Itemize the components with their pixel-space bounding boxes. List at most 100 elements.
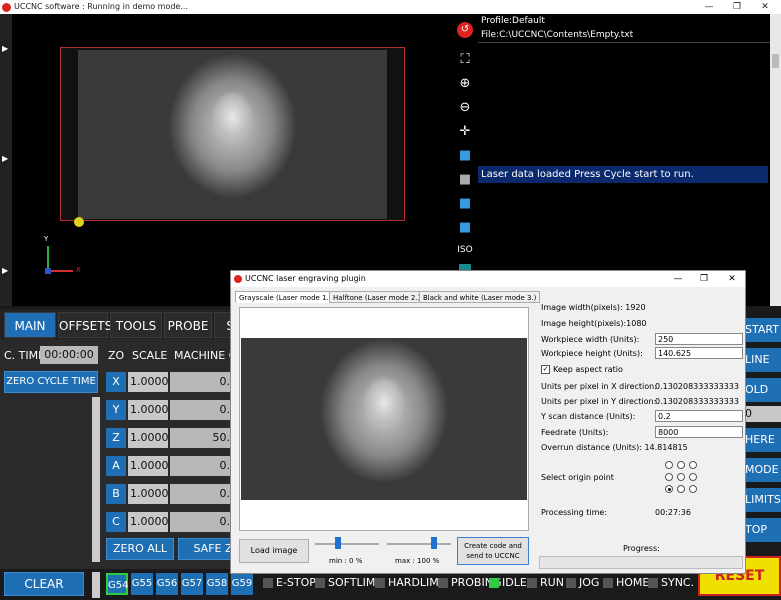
tab-grayscale[interactable]: Grayscale (Laser mode 1.) xyxy=(235,291,336,303)
run-from-here-button[interactable]: HERE xyxy=(742,428,781,452)
dialog-close-button[interactable]: ✕ xyxy=(721,271,743,287)
expand-arrow-icon[interactable]: ▶ xyxy=(2,154,8,163)
cube-iso-icon[interactable]: ■ xyxy=(457,220,473,236)
scale-b[interactable]: 1.0000 xyxy=(128,484,169,504)
minimize-button[interactable]: — xyxy=(694,0,724,14)
zero-all-button[interactable]: ZERO ALL xyxy=(106,538,174,560)
line-number-field[interactable]: 0 xyxy=(742,406,781,422)
cube-front-icon[interactable]: ■ xyxy=(457,172,473,188)
tab-probe[interactable]: PROBE xyxy=(164,312,212,338)
app-logo-icon xyxy=(2,3,11,12)
progress-label: Progress: xyxy=(623,544,660,553)
g56-button[interactable]: G56 xyxy=(156,573,178,595)
create-code-button[interactable]: Create code and send to UCCNC xyxy=(457,537,529,565)
tab-halftone[interactable]: Halftone (Laser mode 2.) xyxy=(329,291,425,303)
yscan-input[interactable]: 0.2 xyxy=(655,410,743,422)
cube-side-icon[interactable]: ■ xyxy=(457,196,473,212)
laser-plugin-dialog: UCCNC laser engraving plugin — ❐ ✕ Grays… xyxy=(230,270,746,574)
cycle-start-button[interactable]: START xyxy=(742,318,781,342)
softlim-label: SOFTLIM. xyxy=(328,576,379,589)
hold-button[interactable]: OLD xyxy=(742,378,781,402)
max-slider-thumb[interactable] xyxy=(431,537,437,549)
image-height-text: Image height(pixels):1080 xyxy=(541,319,647,328)
cube-top-icon[interactable]: ■ xyxy=(457,148,473,164)
g57-button[interactable]: G57 xyxy=(181,573,203,595)
axis-y-label: Y xyxy=(44,235,49,243)
keep-aspect-checkbox[interactable]: ✓ xyxy=(541,365,550,374)
dro-scrollbar[interactable] xyxy=(92,397,100,562)
clear-button[interactable]: CLEAR xyxy=(4,572,84,596)
tab-tools[interactable]: TOOLS xyxy=(110,312,162,338)
hardlim-led xyxy=(375,578,385,588)
g59-button[interactable]: G59 xyxy=(231,573,253,595)
origin-top-right-radio[interactable] xyxy=(689,461,697,469)
max-slider[interactable] xyxy=(387,537,451,551)
min-slider[interactable] xyxy=(315,537,379,551)
close-button[interactable]: ✕ xyxy=(750,0,780,14)
scale-x[interactable]: 1.0000 xyxy=(128,372,169,392)
jog-label: JOG xyxy=(579,576,600,589)
keep-aspect-label: Keep aspect ratio xyxy=(553,365,623,374)
hardlim-label: HARDLIM. xyxy=(388,576,443,589)
maximize-button[interactable]: ❐ xyxy=(722,0,752,14)
axis-z-button[interactable]: Z xyxy=(106,428,126,448)
axis-y-button[interactable]: Y xyxy=(106,400,126,420)
info-panel: Profile:Default File:C:\UCCNC\Contents\E… xyxy=(478,14,770,306)
dialog-minimize-button[interactable]: — xyxy=(667,271,689,287)
dro-area: C. TIME: 00:00:00 ZERO CYCLE TIME ZO SCA… xyxy=(0,339,260,569)
expand-arrow-icon[interactable]: ▶ xyxy=(2,44,8,53)
overrun-text: Overrun distance (Units): 14.814815 xyxy=(541,443,688,452)
scale-c[interactable]: 1.0000 xyxy=(128,512,169,532)
expand-arrow-icon[interactable]: ▶ xyxy=(2,266,8,275)
stop-button[interactable]: TOP xyxy=(742,518,781,542)
g55-button[interactable]: G55 xyxy=(131,573,153,595)
mode-button[interactable]: MODE xyxy=(742,458,781,482)
limits-button[interactable]: LIMITS xyxy=(742,488,781,512)
file-text: File:C:\UCCNC\Contents\Empty.txt xyxy=(481,30,634,40)
origin-bottom-center-radio[interactable] xyxy=(677,485,685,493)
toolpath-view[interactable]: Y X xyxy=(12,14,472,306)
max-slider-track xyxy=(387,543,451,545)
workpiece-width-input[interactable]: 250 xyxy=(655,333,743,345)
origin-mid-right-radio[interactable] xyxy=(689,473,697,481)
scale-z[interactable]: 1.0000 xyxy=(128,428,169,448)
min-slider-thumb[interactable] xyxy=(335,537,341,549)
mdi-scrollbar[interactable] xyxy=(92,572,100,598)
iso-view-button[interactable]: ISO xyxy=(457,242,473,258)
axis-a-button[interactable]: A xyxy=(106,456,126,476)
upp-x-label: Units per pixel in X direction: xyxy=(541,382,657,391)
tab-offsets[interactable]: OFFSETS xyxy=(58,312,112,338)
origin-mid-center-radio[interactable] xyxy=(677,473,685,481)
home-led xyxy=(603,578,613,588)
workpiece-height-input[interactable]: 140.625 xyxy=(655,347,743,359)
upp-x-value: 0.130208333333333 xyxy=(655,382,739,391)
origin-top-center-radio[interactable] xyxy=(677,461,685,469)
origin-bottom-left-radio[interactable] xyxy=(665,485,673,493)
load-image-button[interactable]: Load image xyxy=(239,539,309,563)
axis-x-button[interactable]: X xyxy=(106,372,126,392)
origin-mid-left-radio[interactable] xyxy=(665,473,673,481)
scale-y[interactable]: 1.0000 xyxy=(128,400,169,420)
feedrate-input[interactable]: 8000 xyxy=(655,426,743,438)
g54-button[interactable]: G54 xyxy=(106,573,128,595)
origin-bottom-right-radio[interactable] xyxy=(689,485,697,493)
axis-c-button[interactable]: C xyxy=(106,512,126,532)
scale-a[interactable]: 1.0000 xyxy=(128,456,169,476)
main-tabs: MAIN OFFSETS TOOLS PROBE SE xyxy=(0,309,260,339)
processing-label: Processing time: xyxy=(541,508,608,517)
scroll-thumb[interactable] xyxy=(772,54,779,68)
zoom-out-icon[interactable]: ⊖ xyxy=(457,100,473,116)
zoom-in-icon[interactable]: ⊕ xyxy=(457,76,473,92)
zero-cycle-time-button[interactable]: ZERO CYCLE TIME xyxy=(4,371,98,393)
dialog-maximize-button[interactable]: ❐ xyxy=(693,271,715,287)
fullscreen-icon[interactable]: ⛶ xyxy=(457,52,473,68)
tab-black-white[interactable]: Black and white (Laser mode 3.) xyxy=(419,291,541,303)
axis-b-button[interactable]: B xyxy=(106,484,126,504)
g58-button[interactable]: G58 xyxy=(206,573,228,595)
tab-main[interactable]: MAIN xyxy=(4,312,56,338)
info-scrollbar[interactable] xyxy=(770,14,781,306)
fit-view-icon[interactable]: ✛ xyxy=(457,124,473,140)
origin-top-left-radio[interactable] xyxy=(665,461,673,469)
origin-label: Select origin point xyxy=(541,473,614,482)
line-button[interactable]: LINE xyxy=(742,348,781,372)
